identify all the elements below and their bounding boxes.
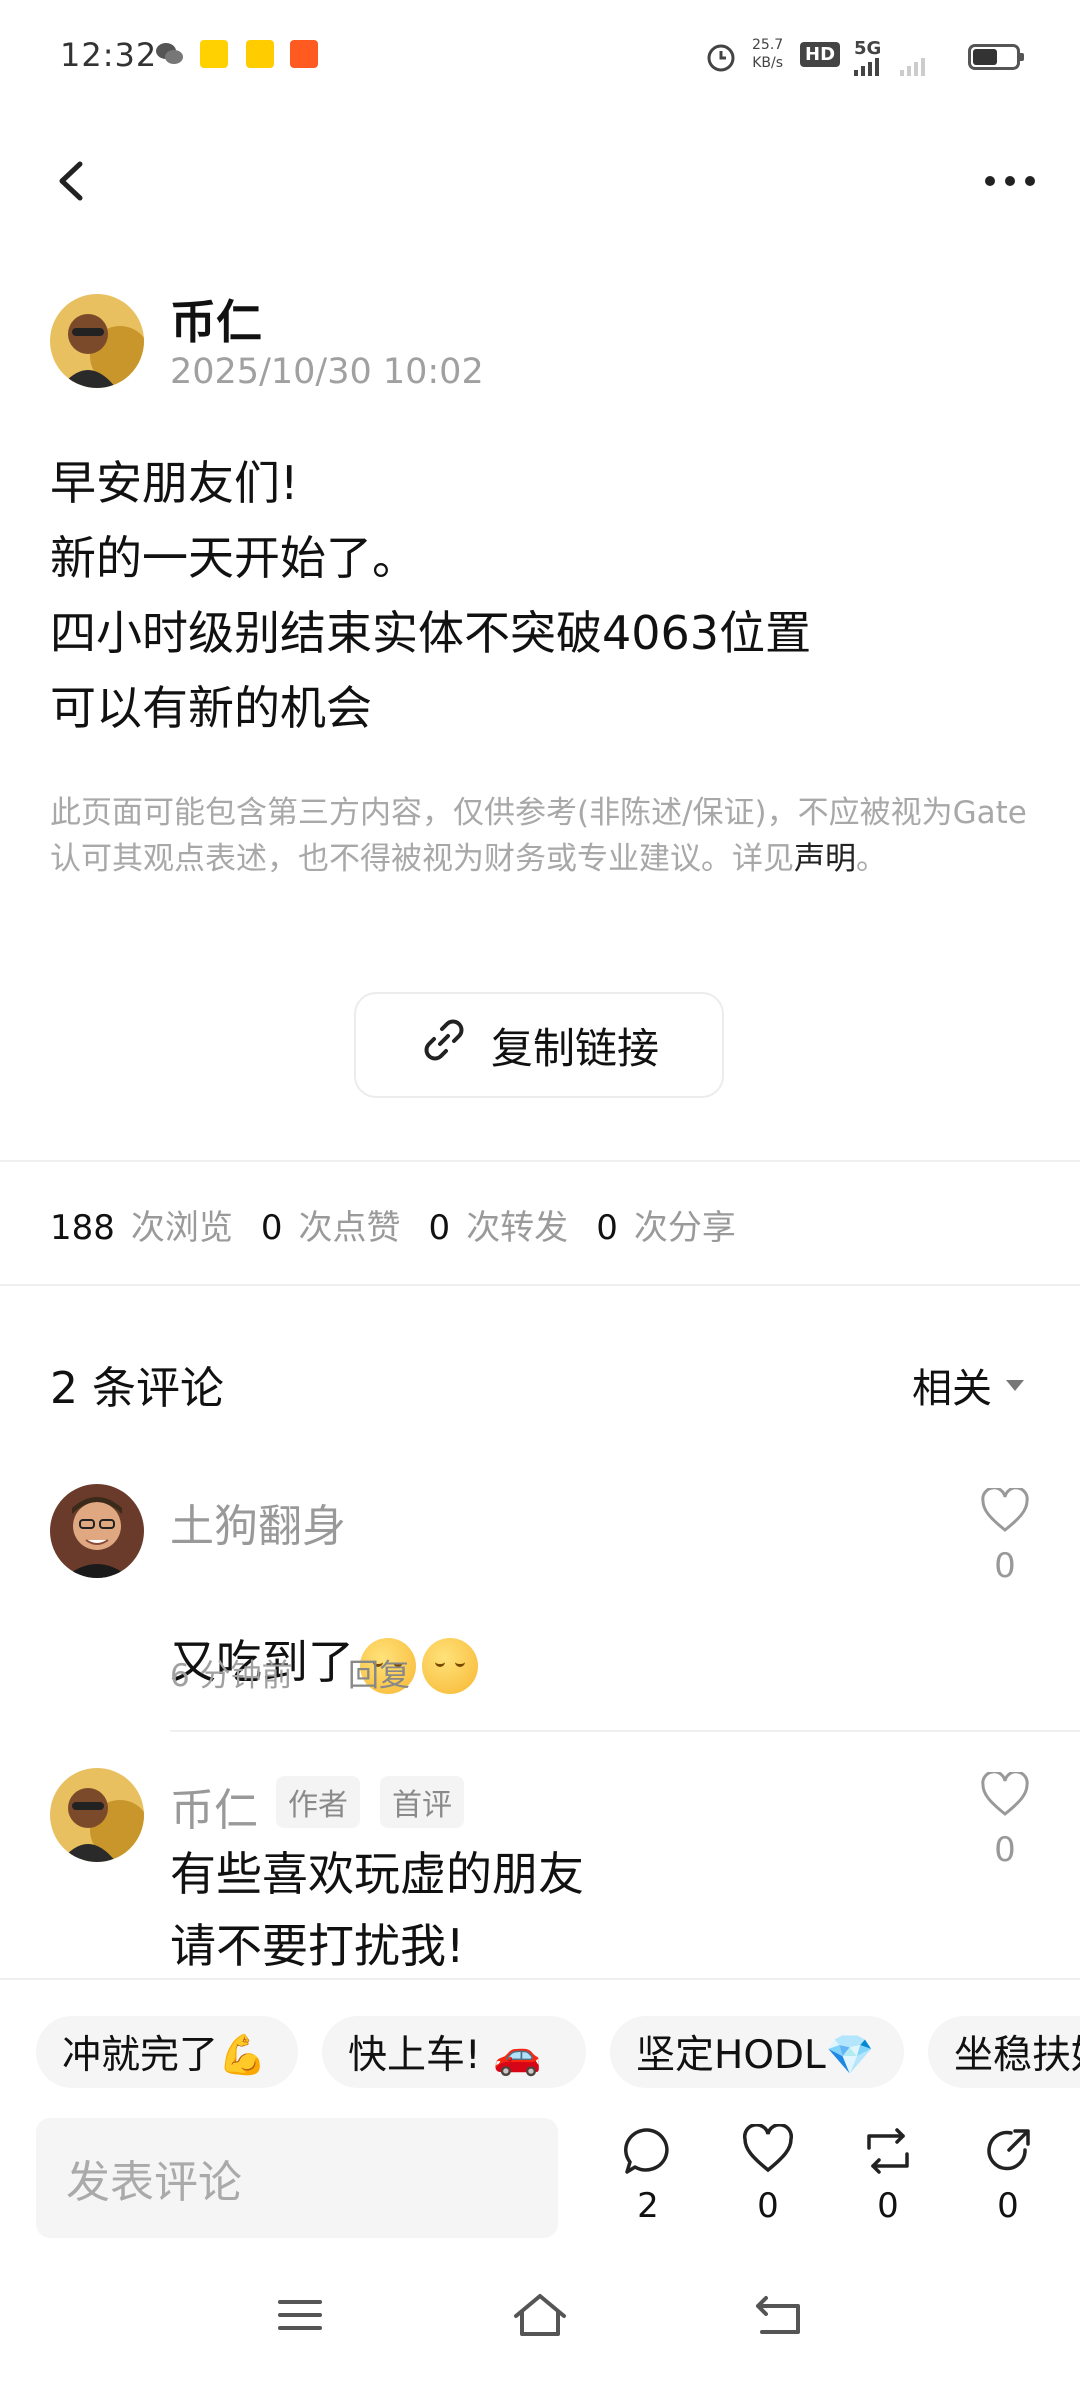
divider [0, 1284, 1080, 1286]
home-icon [514, 2294, 566, 2336]
disclaimer: 此页面可能包含第三方内容，仅供参考(非陈述/保证)，不应被视为Gate认可其观点… [50, 790, 1030, 882]
menu-nav-button[interactable] [270, 2290, 330, 2340]
repost-action-button[interactable]: 0 [848, 2124, 928, 2226]
comment-input[interactable]: 发表评论 [36, 2118, 558, 2238]
comment-bubble-icon [624, 2128, 669, 2174]
quick-reply-chip[interactable]: 坚定HODL💎 [610, 2016, 904, 2088]
comment-like[interactable]: 0 [975, 1486, 1035, 1586]
post-content: 早安朋友们! 新的一天开始了。 四小时级别结束实体不突破4063位置 可以有新的… [50, 456, 812, 735]
quick-reply-chip[interactable]: 坐稳扶好 [928, 2016, 1080, 2088]
home-nav-button[interactable] [510, 2290, 570, 2340]
menu-icon [278, 2300, 322, 2330]
post-stats: 188 次浏览 0 次点赞 0 次转发 0 次分享 [50, 1200, 764, 1249]
repost-icon [867, 2128, 909, 2174]
back-button[interactable] [52, 156, 92, 206]
like-action-button[interactable]: 0 [728, 2123, 808, 2226]
heart-icon [981, 1770, 1029, 1816]
relieved-face-icon [422, 1637, 478, 1694]
share-action-count: 0 [997, 2186, 1019, 2226]
repost-action-count: 0 [877, 2186, 899, 2226]
return-icon [756, 2296, 800, 2334]
status-time: 12:32 [60, 36, 158, 74]
quick-reply-chip[interactable]: 冲就完了💪 [36, 2016, 298, 2088]
link-icon [419, 1015, 469, 1075]
likes-label: 次点赞 [298, 1208, 401, 1248]
caret-down-icon [1006, 1379, 1024, 1391]
comment-like[interactable]: 0 [975, 1770, 1035, 1870]
comment-divider [170, 1730, 1080, 1732]
author-avatar[interactable] [50, 294, 144, 388]
commenter-avatar[interactable] [50, 1484, 144, 1578]
quick-reply-chip[interactable]: 快上车! 🚗 [322, 2016, 586, 2088]
more-options-button[interactable] [980, 166, 1040, 196]
net-speed-unit: KB/s [752, 55, 783, 71]
commenter-name[interactable]: 土狗翻身 [170, 1490, 346, 1554]
car-app-icon [246, 40, 274, 68]
copy-link-button[interactable]: 复制链接 [354, 992, 724, 1098]
commenter-avatar[interactable] [50, 1768, 144, 1862]
battery-icon [968, 44, 1024, 70]
heart-icon [742, 2123, 794, 2173]
comment-action-button[interactable]: 2 [608, 2124, 688, 2226]
likes-count: 0 [260, 1208, 283, 1248]
commenter-name[interactable]: 币仁 [170, 1774, 258, 1838]
comment-like-count: 0 [994, 1830, 1016, 1870]
share-icon [987, 2129, 1030, 2171]
views-label: 次浏览 [130, 1208, 233, 1248]
shares-count: 0 [596, 1208, 618, 1248]
copy-link-label: 复制链接 [490, 1023, 659, 1073]
views-count: 188 [50, 1208, 115, 1248]
comments-title: 2 条评论 [50, 1363, 224, 1414]
sort-label: 相关 [912, 1366, 992, 1412]
author-name[interactable]: 币仁 [170, 286, 262, 352]
reposts-label: 次转发 [466, 1208, 569, 1248]
sort-dropdown[interactable]: 相关 [912, 1356, 1024, 1414]
reposts-count: 0 [428, 1208, 451, 1248]
reply-button[interactable]: 回复 [348, 1650, 410, 1695]
meituan-app-icon [200, 40, 228, 68]
heart-icon [981, 1486, 1029, 1532]
like-action-count: 0 [757, 2186, 779, 2226]
net-speed: 25.7 KB/s [752, 36, 783, 72]
comment-time: 6 分钟前 [170, 1658, 293, 1694]
divider [0, 1160, 1080, 1162]
disclaimer-end: 。 [856, 841, 887, 877]
post-timestamp: 2025/10/30 10:02 [170, 352, 484, 392]
comment-action-count: 2 [637, 2186, 659, 2226]
taobao-app-icon [290, 40, 318, 68]
author-tag: 作者 [276, 1776, 360, 1828]
shares-label: 次分享 [633, 1208, 736, 1248]
hd-badge: HD [800, 42, 841, 67]
back-nav-button[interactable] [750, 2290, 810, 2340]
comment-like-count: 0 [994, 1546, 1016, 1586]
net-speed-value: 25.7 [752, 37, 784, 53]
disclaimer-link[interactable]: 声明 [794, 841, 856, 877]
wechat-icon [154, 40, 183, 68]
alarm-icon [704, 40, 738, 78]
share-action-button[interactable]: 0 [968, 2124, 1048, 2226]
first-comment-tag: 首评 [380, 1776, 464, 1828]
comment-text: 有些喜欢玩虚的朋友 请不要打扰我! [170, 1847, 584, 1973]
signal-icon [854, 56, 944, 80]
